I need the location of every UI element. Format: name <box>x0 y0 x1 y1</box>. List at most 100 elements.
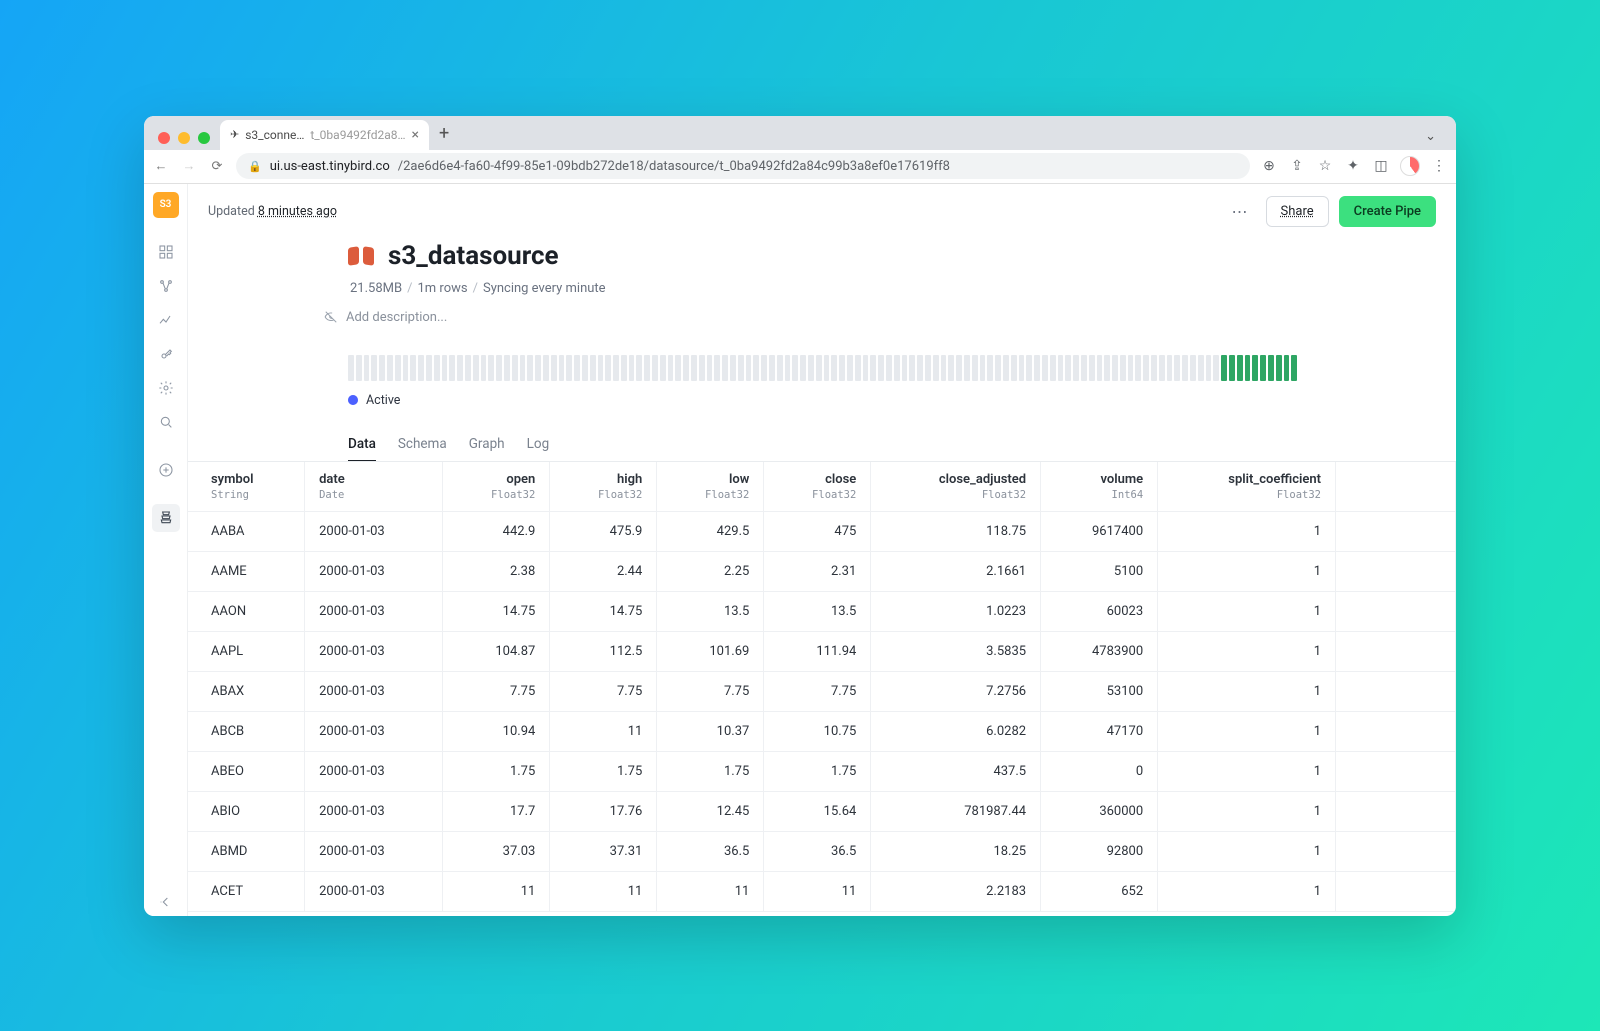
graph-icon[interactable] <box>152 272 180 300</box>
cell: 17.7 <box>443 791 550 831</box>
close-window-icon[interactable] <box>158 132 170 144</box>
search-icon[interactable] <box>152 408 180 436</box>
cell: 2000-01-03 <box>305 831 443 871</box>
cell: 1 <box>1158 711 1336 751</box>
cell: 475.9 <box>550 511 657 551</box>
cell: 112.5 <box>550 631 657 671</box>
column-high[interactable]: highFloat32 <box>550 462 657 512</box>
reload-button[interactable]: ⟳ <box>208 159 226 174</box>
dashboard-icon[interactable] <box>152 238 180 266</box>
tab-overflow-icon[interactable]: ⌄ <box>1413 129 1448 150</box>
cell: 2.1661 <box>871 551 1041 591</box>
column-symbol[interactable]: symbolString <box>189 462 305 512</box>
tokens-icon[interactable] <box>152 340 180 368</box>
cell: 1.75 <box>550 751 657 791</box>
table-row[interactable]: AAME2000-01-032.382.442.252.312.16615100… <box>189 551 1456 591</box>
cell: AAPL <box>189 631 305 671</box>
back-button[interactable]: ← <box>152 158 170 174</box>
cell: 781987.44 <box>871 791 1041 831</box>
tab-title: s3_conne… <box>245 128 304 142</box>
cell: 1 <box>1158 751 1336 791</box>
cell: 11 <box>443 871 550 911</box>
extensions-icon[interactable]: ✦ <box>1344 158 1362 174</box>
column-date[interactable]: dateDate <box>305 462 443 512</box>
share-icon[interactable]: ⇪ <box>1288 158 1306 174</box>
bookmark-icon[interactable]: ☆ <box>1316 158 1334 174</box>
cell: 10.94 <box>443 711 550 751</box>
cell: 2.38 <box>443 551 550 591</box>
tab-subtitle: t_0ba9492fd2a8… <box>310 128 405 142</box>
page-header: Updated 8 minutes ago ⋯ Share Create Pip… <box>188 184 1456 227</box>
cell: 2000-01-03 <box>305 791 443 831</box>
cell: 14.75 <box>550 591 657 631</box>
datasource-title-icon <box>348 245 374 267</box>
share-button[interactable]: Share <box>1266 196 1329 227</box>
url-input[interactable]: 🔒 ui.us-east.tinybird.co/2ae6d6e4-fa60-4… <box>236 153 1250 179</box>
forward-button[interactable]: → <box>180 158 198 174</box>
cell: 12.45 <box>657 791 764 831</box>
column-low[interactable]: lowFloat32 <box>657 462 764 512</box>
browser-menu-icon[interactable]: ⋮ <box>1430 158 1448 174</box>
create-pipe-button[interactable]: Create Pipe <box>1339 196 1436 227</box>
more-actions-icon[interactable]: ⋯ <box>1224 198 1256 225</box>
table-row[interactable]: AAON2000-01-0314.7514.7513.513.51.022360… <box>189 591 1456 631</box>
sidepanel-icon[interactable]: ◫ <box>1372 158 1390 174</box>
settings-icon[interactable] <box>152 374 180 402</box>
table-row[interactable]: AABA2000-01-03442.9475.9429.5475118.7596… <box>189 511 1456 551</box>
browser-tab[interactable]: ✈ s3_conne… t_0ba9492fd2a8… × <box>220 120 429 150</box>
metrics-icon[interactable] <box>152 306 180 334</box>
collapse-sidebar-icon[interactable] <box>152 888 180 916</box>
add-icon[interactable] <box>152 456 180 484</box>
table-row[interactable]: ABIO2000-01-0317.717.7612.4515.64781987.… <box>189 791 1456 831</box>
table-row[interactable]: ACET2000-01-03111111112.21836521 <box>189 871 1456 911</box>
browser-window: ✈ s3_conne… t_0ba9492fd2a8… × + ⌄ ← → ⟳ … <box>144 116 1456 916</box>
profile-avatar[interactable] <box>1400 156 1420 176</box>
column-split_coefficient[interactable]: split_coefficientFloat32 <box>1158 462 1336 512</box>
cell: ABAX <box>189 671 305 711</box>
cell: 2000-01-03 <box>305 871 443 911</box>
cell: 7.75 <box>657 671 764 711</box>
tab-data[interactable]: Data <box>348 436 376 462</box>
cell: 14.75 <box>443 591 550 631</box>
cell: 3.5835 <box>871 631 1041 671</box>
cell: 11 <box>550 871 657 911</box>
table-row[interactable]: ABCB2000-01-0310.941110.3710.756.0282471… <box>189 711 1456 751</box>
datasource-icon[interactable] <box>152 504 180 532</box>
cell: 7.75 <box>764 671 871 711</box>
table-row[interactable]: AAPL2000-01-03104.87112.5101.69111.943.5… <box>189 631 1456 671</box>
zoom-icon[interactable]: ⊕ <box>1260 158 1278 174</box>
cell: 1 <box>1158 631 1336 671</box>
cell: 7.2756 <box>871 671 1041 711</box>
updated-text: Updated 8 minutes ago <box>208 204 337 219</box>
cell: 10.37 <box>657 711 764 751</box>
cell: 53100 <box>1041 671 1158 711</box>
cell: 429.5 <box>657 511 764 551</box>
tab-graph[interactable]: Graph <box>469 436 505 462</box>
cell: 92800 <box>1041 831 1158 871</box>
cell: 17.76 <box>550 791 657 831</box>
new-tab-button[interactable]: + <box>429 123 459 150</box>
tab-schema[interactable]: Schema <box>398 436 447 462</box>
column-close_adjusted[interactable]: close_adjustedFloat32 <box>871 462 1041 512</box>
cell: 6.0282 <box>871 711 1041 751</box>
table-row[interactable]: ABAX2000-01-037.757.757.757.757.27565310… <box>189 671 1456 711</box>
app-sidebar: S3 <box>144 184 188 916</box>
view-tabs: Data Schema Graph Log <box>348 436 1436 462</box>
table-row[interactable]: ABMD2000-01-0337.0337.3136.536.518.25928… <box>189 831 1456 871</box>
cell: 4783900 <box>1041 631 1158 671</box>
maximize-window-icon[interactable] <box>198 132 210 144</box>
cell: 1 <box>1158 791 1336 831</box>
workspace-badge[interactable]: S3 <box>153 192 179 218</box>
column-close[interactable]: closeFloat32 <box>764 462 871 512</box>
tab-log[interactable]: Log <box>527 436 550 462</box>
activity-spark-chart <box>348 355 1298 381</box>
updated-link[interactable]: 8 minutes ago <box>258 204 337 219</box>
add-description-button[interactable]: Add description... <box>324 310 1436 325</box>
column-open[interactable]: openFloat32 <box>443 462 550 512</box>
window-controls <box>152 132 220 150</box>
minimize-window-icon[interactable] <box>178 132 190 144</box>
close-tab-icon[interactable]: × <box>412 127 419 143</box>
cell: AABA <box>189 511 305 551</box>
column-volume[interactable]: volumeInt64 <box>1041 462 1158 512</box>
table-row[interactable]: ABEO2000-01-031.751.751.751.75437.501 <box>189 751 1456 791</box>
